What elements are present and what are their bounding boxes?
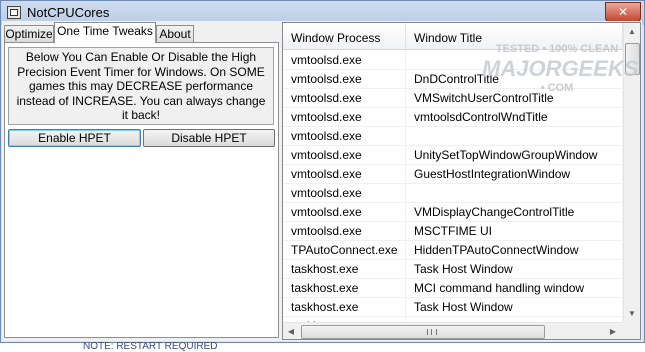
table-row[interactable]: taskhost.exe MCI command handling window [283,279,623,298]
scroll-corner [623,322,640,339]
cell-process: vmtoolsd.exe [283,146,406,165]
table-row[interactable]: taskhost.exe Task Host Window [283,260,623,279]
cell-title: Task Host Window [406,298,623,317]
cell-process: vmtoolsd.exe [283,51,406,70]
cell-title: HiddenTPAutoConnectWindow [406,241,623,260]
cell-process: vmtoolsd.exe [283,127,406,146]
tab-label: About [159,27,191,41]
cell-title: UnitySetTopWindowGroupWindow [406,146,623,165]
cell-title: MCI command handling window [406,279,623,298]
table-row[interactable]: vmtoolsd.exe GuestHostIntegrationWindow [283,165,623,184]
window-title: NotCPUCores [27,5,110,20]
cell-title: Task Host Window [406,260,623,279]
cell-process: vmtoolsd.exe [283,70,406,89]
table-row[interactable]: vmtoolsd.exe MSCTFIME UI [283,222,623,241]
cell-process: taskhost.exe [283,279,406,298]
grip-icon [427,329,437,335]
cell-process: vmtoolsd.exe [283,108,406,127]
scroll-up-arrow-icon[interactable]: ▲ [624,23,640,40]
table-row[interactable]: TPAutoConnect.exe HiddenTPAutoConnectWin… [283,241,623,260]
cell-process: vmtoolsd.exe [283,89,406,108]
table-row[interactable]: taskhost.exe Task Host Window [283,298,623,317]
cell-process: TPAutoConnect.exe [283,241,406,260]
app-icon [7,6,21,19]
disable-hpet-button[interactable]: Disable HPET [143,129,275,147]
scroll-right-arrow-icon[interactable]: ▶ [605,323,621,339]
close-button[interactable]: ✕ [605,2,641,22]
tweaks-panel: Below You Can Enable Or Disable the High… [4,42,279,338]
watermark-line: • COM [540,82,574,94]
table-row[interactable]: vmtoolsd.exe UnitySetTopWindowGroupWindo… [283,146,623,165]
horizontal-scroll-thumb[interactable] [301,325,545,339]
cell-title: GuestHostIntegrationWindow [406,165,623,184]
table-row[interactable]: vmtoolsd.exe VMDisplayChangeControlTitle [283,203,623,222]
cell-title: VMDisplayChangeControlTitle [406,203,623,222]
cell-process: vmtoolsd.exe [283,184,406,203]
tab-label: One Time Tweaks [57,24,153,38]
cell-title [406,127,623,146]
enable-hpet-button[interactable]: Enable HPET [8,129,141,147]
client-area: Optimize One Time Tweaks About Below You… [2,21,642,341]
watermark-line: TESTED • 100% CLEAN [495,43,619,55]
watermark-logo-text: MAJORGEEKS [482,56,639,81]
cell-title: MSCTFIME UI [406,222,623,241]
cell-process: taskhost.exe [283,298,406,317]
tab-about[interactable]: About [156,25,194,42]
scroll-left-arrow-icon[interactable]: ◀ [283,323,299,339]
scroll-down-arrow-icon[interactable]: ▼ [624,305,640,322]
cell-title [406,184,623,203]
tab-label: Optimize [5,27,53,41]
column-header-process[interactable]: Window Process [283,23,406,49]
majorgeeks-watermark: TESTED • 100% CLEAN MAJORGEEKS • COM [482,43,639,123]
hpet-description: Below You Can Enable Or Disable the High… [8,47,274,125]
horizontal-scrollbar[interactable]: ◀ ▶ [283,322,623,339]
cell-process: vmtoolsd.exe [283,222,406,241]
tab-optimize[interactable]: Optimize [4,25,54,42]
app-window: NotCPUCores ✕ Optimize One Time Tweaks A… [0,0,645,343]
tab-one-time-tweaks[interactable]: One Time Tweaks [54,22,156,43]
cell-process: vmtoolsd.exe [283,203,406,222]
table-row[interactable]: vmtoolsd.exe [283,184,623,203]
table-row[interactable]: vmtoolsd.exe [283,127,623,146]
cell-process: vmtoolsd.exe [283,165,406,184]
cell-process: taskhost.exe [283,260,406,279]
